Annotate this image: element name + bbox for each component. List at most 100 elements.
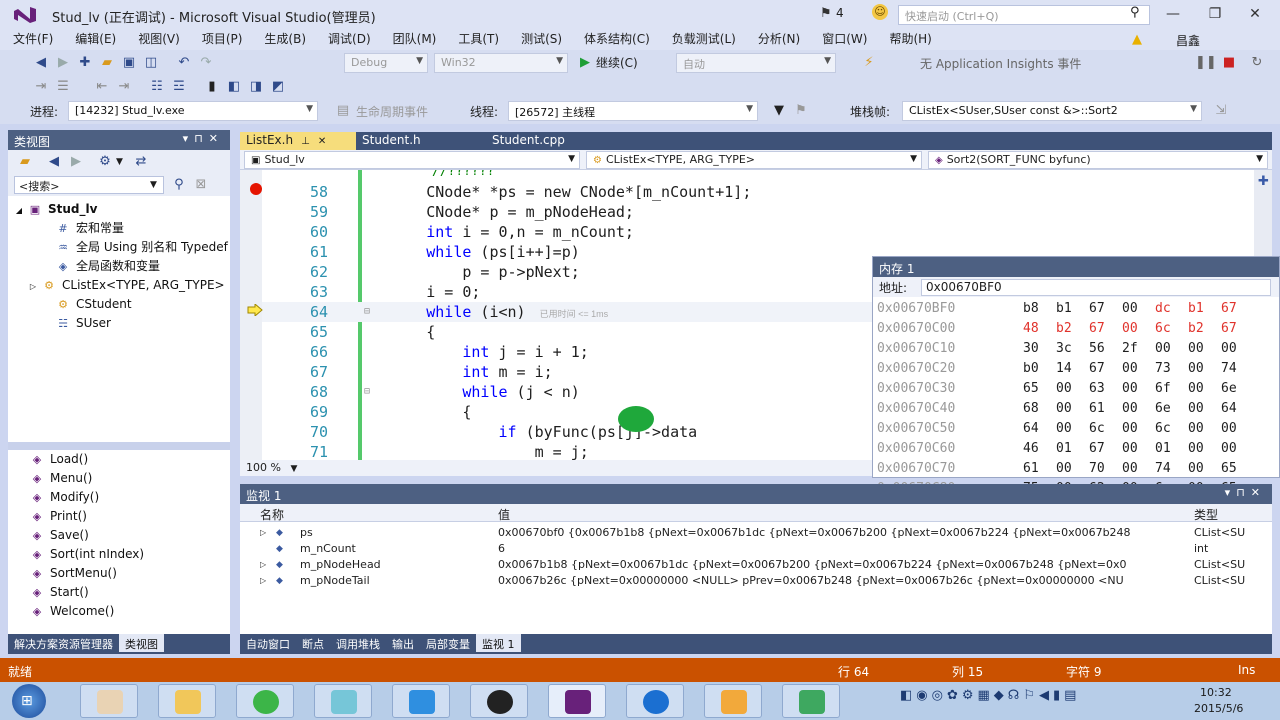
sync-icon[interactable]: ⇄ <box>133 154 149 170</box>
continue-button[interactable]: ▶ 继续(C) <box>580 54 638 71</box>
memory-byte[interactable]: 00 <box>1122 419 1155 439</box>
settings-gear-icon[interactable]: ⚙ <box>97 154 113 170</box>
next-bookmark-icon[interactable]: ◨ <box>248 79 264 95</box>
memory-byte[interactable]: b2 <box>1056 319 1089 339</box>
memory-byte[interactable]: 63 <box>1089 379 1122 399</box>
indent-icon[interactable]: ⇤ <box>94 79 110 95</box>
feedback-smiley-icon[interactable]: ☺ <box>872 4 888 20</box>
memory-byte[interactable]: 73 <box>1155 359 1188 379</box>
new-folder-icon[interactable]: ▰ <box>17 154 33 170</box>
menu-item[interactable]: 团队(M) <box>382 30 448 50</box>
forward-icon[interactable]: ▶ <box>55 55 71 71</box>
taskbar-app-notes[interactable] <box>314 684 372 718</box>
collapse-icon[interactable]: ⊟ <box>364 382 370 402</box>
forward-icon[interactable]: ▶ <box>68 154 84 170</box>
memory-byte[interactable]: 00 <box>1221 419 1254 439</box>
member-item[interactable]: ◈ Sort(int nIndex) <box>8 545 230 564</box>
memory-byte[interactable]: b8 <box>1023 299 1056 319</box>
memory-byte[interactable]: 00 <box>1188 379 1221 399</box>
collapse-icon[interactable]: ⊟ <box>364 302 370 322</box>
memory-byte[interactable]: b2 <box>1188 319 1221 339</box>
watch-col-value[interactable]: 值 <box>498 506 510 523</box>
memory-row[interactable]: 0x00670BF0 b8 b1 67 00 dc b1 67 <box>873 299 1279 319</box>
flag-thread-icon[interactable]: ⚑ <box>793 103 809 119</box>
bottom-tab[interactable]: 输出 <box>386 634 420 652</box>
memory-byte[interactable]: 00 <box>1221 439 1254 459</box>
memory-byte[interactable]: 3c <box>1056 339 1089 359</box>
memory-byte[interactable]: 00 <box>1188 459 1221 479</box>
code-line[interactable]: 70 if (byFunc(ps[j]->data <box>262 422 872 442</box>
expander-icon[interactable]: ▷ <box>260 573 266 589</box>
taskbar-app-avatar[interactable] <box>80 684 138 718</box>
lifecycle-events-label[interactable]: 生命周期事件 <box>356 103 428 120</box>
menu-item[interactable]: 编辑(E) <box>64 30 127 50</box>
memory-byte[interactable]: 70 <box>1089 459 1122 479</box>
document-tab[interactable]: Student.h <box>356 132 486 150</box>
thread-dropdown[interactable]: [26572] 主线程 ▼ <box>508 101 758 121</box>
memory-byte[interactable]: 64 <box>1023 419 1056 439</box>
memory-byte[interactable]: 00 <box>1122 459 1155 479</box>
memory-byte[interactable]: 00 <box>1056 379 1089 399</box>
taskbar-app-qq[interactable] <box>470 684 528 718</box>
expander-icon[interactable]: ◢ <box>14 201 24 219</box>
code-line[interactable]: 59 CNode* p = m_pNodeHead; <box>262 202 872 222</box>
code-line[interactable]: 71 m = j; <box>262 442 872 460</box>
system-tray-icons[interactable]: ◧◉◎✿⚙▦◆☊⚐◀▮▤ <box>900 688 1080 703</box>
member-item[interactable]: ◈ SortMenu() <box>8 564 230 583</box>
tree-item[interactable]: ♒ 全局 Using 别名和 Typedef <box>8 238 230 257</box>
pin-icon[interactable]: ⊥ <box>301 136 310 147</box>
close-tab-icon[interactable]: ✕ <box>318 136 326 147</box>
memory-byte[interactable]: 2f <box>1122 339 1155 359</box>
memory-byte[interactable]: 6c <box>1155 319 1188 339</box>
nav-project-dropdown[interactable]: ▣ Stud_lv ▼ <box>244 151 580 169</box>
taskbar-app-explorer[interactable] <box>158 684 216 718</box>
uncomment-icon[interactable]: ☲ <box>171 79 187 95</box>
save-all-icon[interactable]: ◫ <box>143 55 159 71</box>
memory-row[interactable]: 0x00670C10 30 3c 56 2f 00 00 00 <box>873 339 1279 359</box>
memory-row[interactable]: 0x00670C70 61 00 70 00 74 00 65 <box>873 459 1279 479</box>
memory-byte[interactable]: 01 <box>1056 439 1089 459</box>
filter-icon[interactable]: ▼ <box>771 103 787 119</box>
memory-byte[interactable]: 6f <box>1155 379 1188 399</box>
code-line[interactable]: 64 while (i<n) 已用时间 <= 1ms ⊟ <box>262 302 872 322</box>
perf-tip[interactable]: 已用时间 <= 1ms <box>540 309 609 319</box>
platform-dropdown[interactable]: Win32 ▼ <box>434 53 568 73</box>
document-tab[interactable]: ListEx.h ⊥ ✕ <box>240 132 356 150</box>
code-line[interactable]: 65 { <box>262 322 872 342</box>
menu-item[interactable]: 分析(N) <box>747 30 811 50</box>
code-line[interactable]: 60 int i = 0,n = m_nCount; <box>262 222 872 242</box>
memory-byte[interactable]: 6e <box>1155 399 1188 419</box>
process-dropdown[interactable]: [14232] Stud_lv.exe ▼ <box>68 101 318 121</box>
bottom-tab[interactable]: 解决方案资源管理器 <box>8 634 119 652</box>
memory-byte[interactable]: 64 <box>1221 399 1254 419</box>
memory-byte[interactable]: 00 <box>1122 379 1155 399</box>
menu-item[interactable]: 测试(S) <box>510 30 573 50</box>
quick-launch-input[interactable]: 快速启动 (Ctrl+Q) <box>898 5 1150 25</box>
new-project-icon[interactable]: ✚ <box>77 55 93 71</box>
taskbar-app-paint[interactable] <box>704 684 762 718</box>
memory-row[interactable]: 0x00670C20 b0 14 67 00 73 00 74 <box>873 359 1279 379</box>
bottom-tab[interactable]: 自动窗口 <box>240 634 296 652</box>
memory-byte[interactable]: 00 <box>1122 319 1155 339</box>
member-item[interactable]: ◈ Start() <box>8 583 230 602</box>
memory-byte[interactable]: 00 <box>1188 359 1221 379</box>
menu-item[interactable]: 视图(V) <box>127 30 191 50</box>
memory-byte[interactable]: dc <box>1155 299 1188 319</box>
chevron-down-icon[interactable]: ▼ <box>290 464 297 474</box>
configuration-dropdown[interactable]: Debug ▼ <box>344 53 428 73</box>
taskbar-app-help[interactable] <box>626 684 684 718</box>
restart-icon[interactable]: ↻ <box>1249 55 1265 71</box>
watch-row[interactable]: ◆ m_nCount 6 int <box>240 541 1272 557</box>
memory-byte[interactable]: 67 <box>1089 299 1122 319</box>
memory-byte[interactable]: b0 <box>1023 359 1056 379</box>
watch-col-type[interactable]: 类型 <box>1194 506 1218 523</box>
code-line[interactable]: 63 i = 0; <box>262 282 872 302</box>
memory-byte[interactable]: 61 <box>1023 459 1056 479</box>
taskbar-app-ie[interactable] <box>236 684 294 718</box>
stack-frame-dropdown[interactable]: CListEx<SUser,SUser const &>::Sort2 ▼ <box>902 101 1202 121</box>
code-line[interactable]: 62 p = p->pNext; <box>262 262 872 282</box>
panel-controls[interactable]: ▾⊓✕ <box>1225 486 1266 499</box>
memory-byte[interactable]: 67 <box>1221 319 1254 339</box>
expander-icon[interactable]: ▷ <box>28 277 38 295</box>
notification-flag-icon[interactable]: ⚑ <box>820 6 832 21</box>
